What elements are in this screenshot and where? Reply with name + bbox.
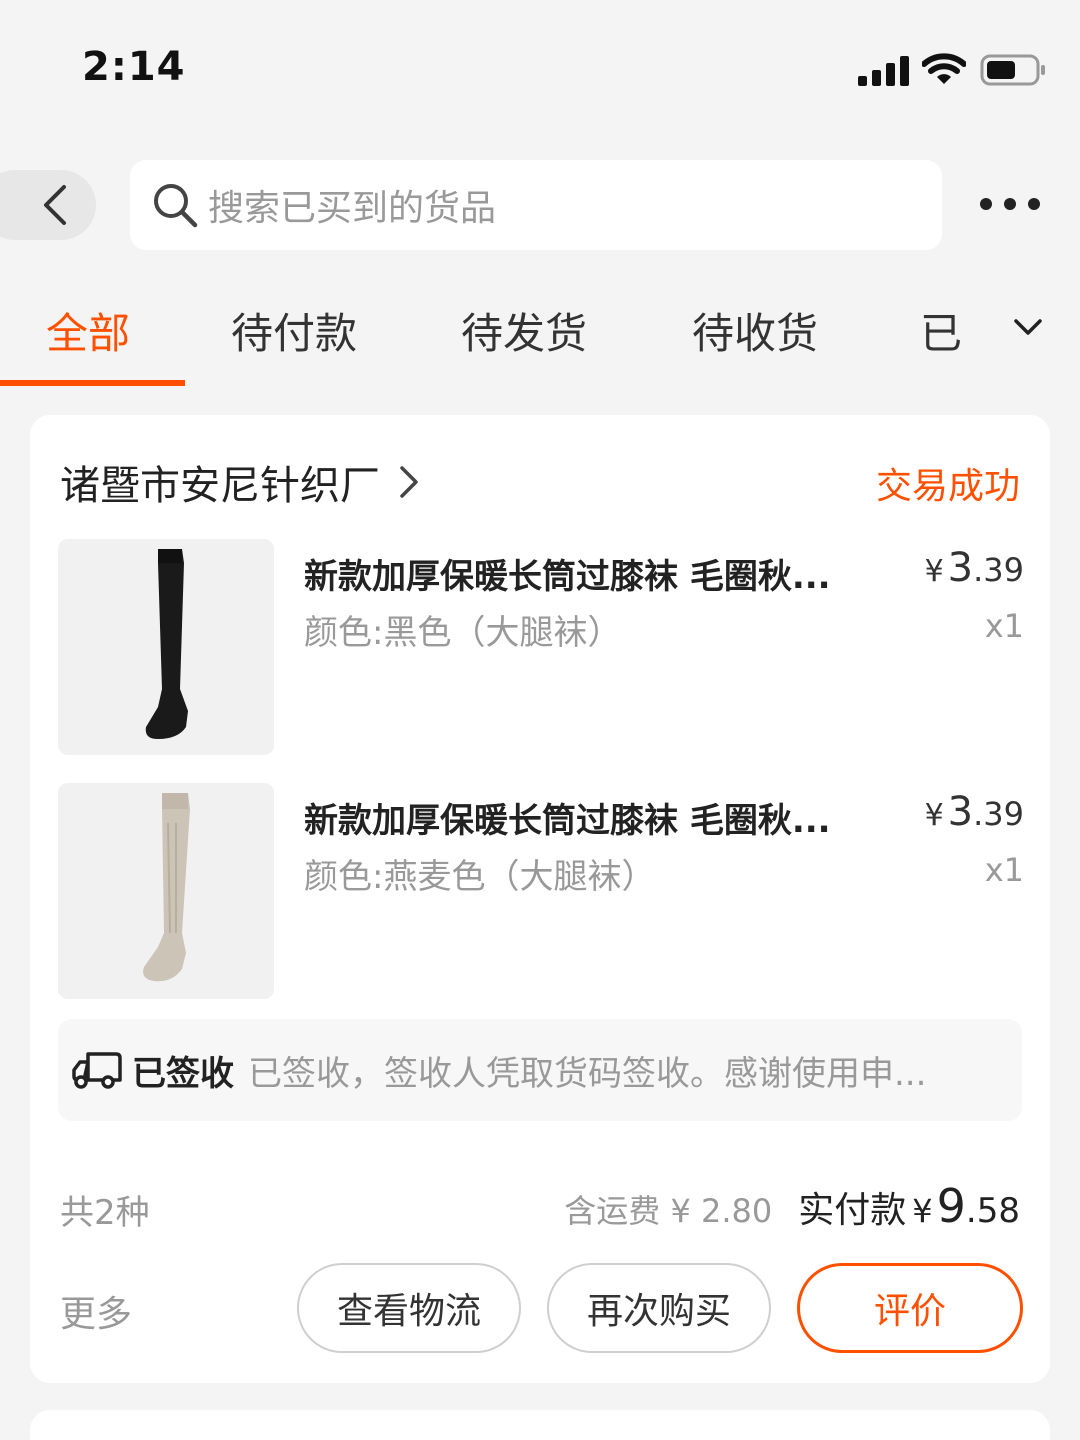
item-quantity: x1 <box>984 851 1024 889</box>
shop-link[interactable]: 诸暨市安尼针织厂 <box>60 453 424 511</box>
tab-fade <box>960 290 1000 370</box>
item-title: 新款加厚保暖长筒过膝袜 毛圈秋... <box>304 801 831 841</box>
price-integer: 3 <box>947 545 974 591</box>
chevron-down-icon[interactable] <box>1010 312 1046 342</box>
item-title: 新款加厚保暖长筒过膝袜 毛圈秋... <box>304 557 831 597</box>
next-order-card[interactable] <box>30 1410 1050 1440</box>
item-price: ¥3.39 <box>925 545 1024 591</box>
paid-integer: 9 <box>936 1179 966 1233</box>
paid-currency: ¥ <box>912 1192 933 1230</box>
product-image[interactable] <box>58 783 274 999</box>
tab-pending-shipment[interactable]: 待发货 <box>461 300 587 361</box>
logistics-detail: 已签收，签收人凭取货码签收。感谢使用申... <box>248 1053 927 1094</box>
item-quantity: x1 <box>984 607 1024 645</box>
tab-pending-payment[interactable]: 待付款 <box>231 300 357 361</box>
dot-icon <box>1004 198 1016 210</box>
order-item[interactable]: 新款加厚保暖长筒过膝袜 毛圈秋... 颜色:燕麦色（大腿袜） ¥3.39 x1 <box>58 783 1024 999</box>
more-options-button[interactable] <box>980 184 1040 224</box>
logistics-status: 已签收 <box>132 1053 234 1094</box>
search-input[interactable]: 搜索已买到的货品 <box>130 160 942 250</box>
item-sku: 颜色:燕麦色（大腿袜） <box>304 857 656 897</box>
black-sock-image <box>58 539 274 755</box>
price-currency: ¥ <box>924 554 944 589</box>
dot-icon <box>1028 198 1040 210</box>
order-card[interactable]: 诸暨市安尼针织厂 交易成功 新款加厚保暖长筒过膝袜 毛圈秋... 颜色:黑色（大… <box>30 415 1050 1383</box>
active-tab-indicator <box>0 380 185 386</box>
chevron-left-icon <box>44 185 66 225</box>
truck-icon <box>72 1052 122 1089</box>
price-decimal: .39 <box>973 795 1024 833</box>
cellular-signal-icon <box>858 56 909 86</box>
order-tabs: 全部 待付款 待发货 待收货 已 <box>0 290 1080 390</box>
status-time: 2:14 <box>82 44 186 90</box>
battery-icon <box>980 54 1045 86</box>
logistics-summary[interactable]: 已签收 已签收，签收人凭取货码签收。感谢使用申... <box>58 1019 1022 1121</box>
back-button[interactable] <box>0 170 96 240</box>
shop-name: 诸暨市安尼针织厂 <box>60 463 380 509</box>
search-icon <box>154 184 198 228</box>
product-image[interactable] <box>58 539 274 755</box>
status-bar: 2:14 <box>0 0 1080 140</box>
item-sku: 颜色:黑色（大腿袜） <box>304 613 622 653</box>
price-integer: 3 <box>947 789 974 835</box>
more-actions-link[interactable]: 更多 <box>60 1285 132 1337</box>
item-price: ¥3.39 <box>925 789 1024 835</box>
item-count: 共2种 <box>60 1193 150 1233</box>
price-currency: ¥ <box>924 798 944 833</box>
paid-label: 实付款 <box>798 1190 907 1231</box>
paid-decimal: .58 <box>965 1191 1020 1231</box>
review-button[interactable]: 评价 <box>797 1263 1023 1353</box>
price-decimal: .39 <box>973 551 1024 589</box>
search-placeholder: 搜索已买到的货品 <box>208 188 497 229</box>
order-item[interactable]: 新款加厚保暖长筒过膝袜 毛圈秋... 颜色:黑色（大腿袜） ¥3.39 x1 <box>58 539 1024 755</box>
order-total: 含运费 ¥ 2.80 实付款 ¥ 9 .58 <box>564 1179 1020 1233</box>
dot-icon <box>980 198 992 210</box>
tab-all[interactable]: 全部 <box>46 300 130 361</box>
oatmeal-sock-image <box>58 783 274 999</box>
buy-again-button[interactable]: 再次购买 <box>547 1263 771 1353</box>
wifi-icon <box>922 53 966 84</box>
tab-pending-receipt[interactable]: 待收货 <box>692 300 818 361</box>
shipping-fee: 含运费 ¥ 2.80 <box>564 1192 773 1230</box>
order-status: 交易成功 <box>875 466 1020 507</box>
chevron-right-icon <box>400 466 418 498</box>
view-logistics-button[interactable]: 查看物流 <box>297 1263 521 1353</box>
